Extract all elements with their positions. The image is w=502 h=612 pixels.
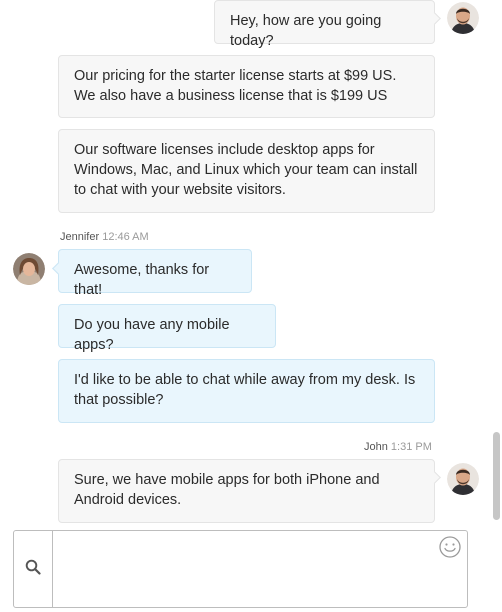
- agent-name: John: [364, 441, 388, 453]
- message-input[interactable]: [54, 531, 467, 607]
- agent-meta: John 1:31 PM: [364, 441, 432, 453]
- message-text: Awesome, thanks for that!: [74, 262, 210, 298]
- agent-timestamp: 1:31 PM: [390, 441, 432, 453]
- message-text: Our pricing for the starter license star…: [74, 68, 397, 104]
- visitor-message: Do you have any mobile apps?: [58, 304, 276, 353]
- agent-avatar: [447, 2, 479, 34]
- agent-avatar: [447, 463, 479, 495]
- message-text: Our software licenses include desktop ap…: [74, 142, 418, 198]
- agent-message: Sure, we have mobile apps for both iPhon…: [58, 459, 441, 523]
- emoji-button[interactable]: [438, 535, 462, 559]
- message-text: Hey, how are you going today?: [230, 13, 382, 49]
- search-icon: [25, 559, 41, 580]
- scrollbar-thumb[interactable]: [493, 432, 500, 520]
- agent-message: Our pricing for the starter license star…: [58, 55, 435, 118]
- visitor-avatar: [13, 253, 45, 285]
- smiley-icon: [438, 536, 462, 563]
- bubble-tail: [428, 12, 441, 25]
- message-composer: [13, 530, 468, 608]
- agent-message: Our software licenses include desktop ap…: [58, 129, 435, 213]
- message-text: Sure, we have mobile apps for both iPhon…: [74, 472, 380, 508]
- visitor-timestamp: 12:46 AM: [102, 231, 149, 243]
- visitor-meta: Jennifer 12:46 AM: [60, 231, 149, 243]
- visitor-message: I'd like to be able to chat while away f…: [58, 359, 435, 423]
- visitor-name: Jennifer: [60, 231, 100, 243]
- bubble-tail: [428, 471, 441, 484]
- search-button[interactable]: [14, 531, 53, 607]
- agent-message: Hey, how are you going today?: [214, 0, 441, 49]
- bubble-tail: [52, 262, 65, 275]
- chat-window: Hey, how are you going today? Our pricin…: [0, 0, 502, 612]
- message-text: Do you have any mobile apps?: [74, 317, 230, 353]
- visitor-message: Awesome, thanks for that!: [52, 249, 252, 298]
- message-text: I'd like to be able to chat while away f…: [74, 372, 416, 408]
